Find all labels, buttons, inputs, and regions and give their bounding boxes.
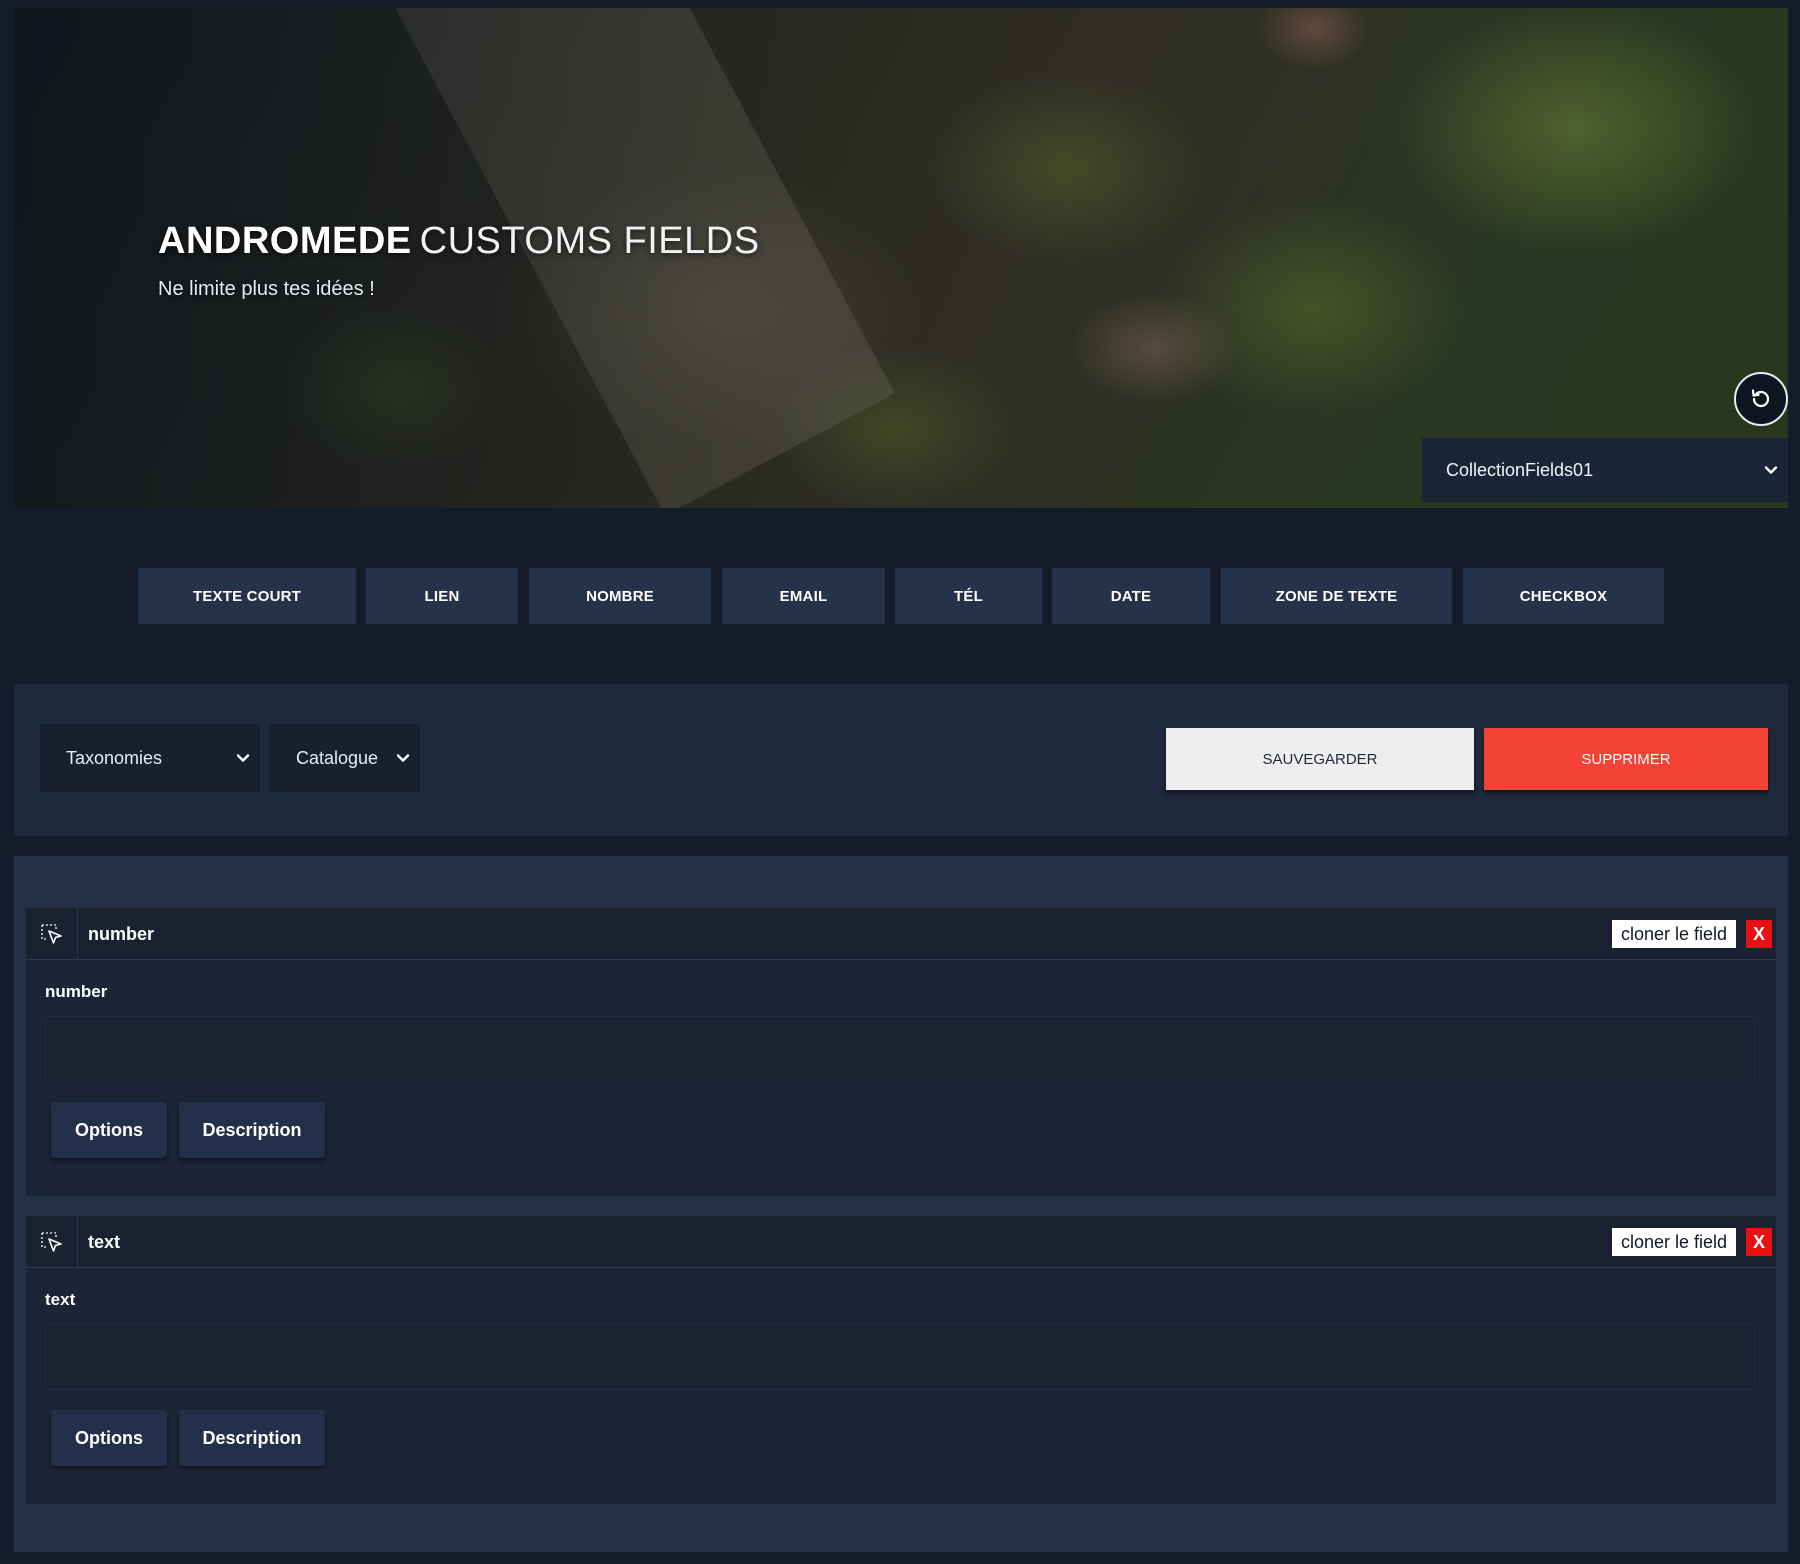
add-field-lien-button[interactable]: LIEN	[366, 568, 518, 624]
drag-cursor-icon	[40, 1232, 62, 1252]
refresh-button[interactable]	[1734, 372, 1788, 426]
delete-button[interactable]: SUPPRIMER	[1484, 728, 1768, 790]
fields-panel: number cloner le field X number Options …	[14, 856, 1788, 1552]
remove-field-button[interactable]: X	[1746, 1228, 1772, 1256]
add-field-texte-court-button[interactable]: TEXTE COURT	[138, 568, 356, 624]
field-input[interactable]	[45, 1324, 1755, 1390]
app-subtitle: Ne limite plus tes idées !	[158, 278, 375, 300]
clone-field-button[interactable]: cloner le field	[1612, 920, 1736, 948]
add-field-nombre-button[interactable]: NOMBRE	[529, 568, 711, 624]
refresh-icon	[1751, 389, 1770, 408]
field-header: number cloner le field X	[26, 908, 1776, 960]
add-field-email-button[interactable]: EMAIL	[722, 568, 885, 624]
add-field-date-button[interactable]: DATE	[1052, 568, 1210, 624]
hero-banner: ANDROMEDE CUSTOMS FIELDS Ne limite plus t…	[14, 8, 1788, 508]
toolbar-panel: Taxonomies Catalogue SAUVEGARDER SUPPRIM…	[14, 684, 1788, 836]
field-card: text cloner le field X text Options Desc…	[26, 1216, 1776, 1504]
collection-select[interactable]: CollectionFields01	[1422, 438, 1788, 502]
description-button[interactable]: Description	[179, 1102, 325, 1158]
field-name: number	[88, 923, 155, 944]
app-title: ANDROMEDE CUSTOMS FIELDS	[158, 220, 760, 263]
add-field-checkbox-button[interactable]: CHECKBOX	[1463, 568, 1664, 624]
options-button[interactable]: Options	[51, 1102, 167, 1158]
chevron-down-icon	[236, 754, 250, 762]
taxonomy-select-value: Taxonomies	[66, 747, 163, 768]
app-title-light: CUSTOMS FIELDS	[419, 220, 760, 262]
collection-select-value: CollectionFields01	[1446, 459, 1594, 480]
catalogue-select-value: Catalogue	[296, 747, 379, 768]
chevron-down-icon	[396, 754, 410, 762]
field-input[interactable]	[45, 1016, 1755, 1082]
drag-handle[interactable]	[26, 1216, 78, 1268]
field-label: text	[45, 1290, 76, 1309]
field-header: text cloner le field X	[26, 1216, 1776, 1268]
taxonomy-select[interactable]: Taxonomies	[40, 724, 260, 792]
chevron-down-icon	[1764, 466, 1778, 474]
description-button[interactable]: Description	[179, 1410, 325, 1466]
drag-handle[interactable]	[26, 908, 78, 960]
save-button[interactable]: SAUVEGARDER	[1166, 728, 1474, 790]
field-label: number	[45, 982, 108, 1001]
app-title-strong: ANDROMEDE	[158, 220, 412, 262]
field-card: number cloner le field X number Options …	[26, 908, 1776, 1196]
drag-cursor-icon	[40, 924, 62, 944]
add-field-zone-de-texte-button[interactable]: ZONE DE TEXTE	[1221, 568, 1452, 624]
add-field-tel-button[interactable]: TÉL	[895, 568, 1042, 624]
field-name: text	[88, 1231, 121, 1252]
catalogue-select[interactable]: Catalogue	[270, 724, 420, 792]
options-button[interactable]: Options	[51, 1410, 167, 1466]
clone-field-button[interactable]: cloner le field	[1612, 1228, 1736, 1256]
remove-field-button[interactable]: X	[1746, 920, 1772, 948]
